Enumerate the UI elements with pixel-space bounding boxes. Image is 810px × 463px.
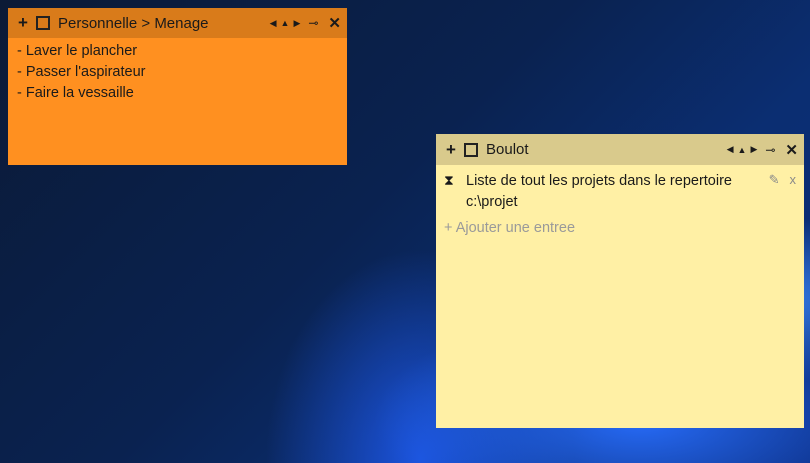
- entry-text[interactable]: Liste de tout les projets dans le repert…: [466, 171, 769, 213]
- nav-right-icon[interactable]: ▶: [293, 18, 300, 29]
- add-entry-link[interactable]: + Ajouter une entree: [444, 220, 796, 236]
- note-titlebar[interactable]: + Boulot ◀ ▲ ▶ ⊸ ✕: [436, 134, 804, 165]
- note-nav: ◀ ▲ ▶: [270, 18, 301, 29]
- sticky-note-personnelle[interactable]: + Personnelle > Menage ◀ ▲ ▶ ⊸ ✕ - Laver…: [8, 8, 347, 165]
- note-title: Boulot: [486, 141, 529, 158]
- note-checkbox[interactable]: [36, 16, 50, 30]
- entry-row[interactable]: ⧗ Liste de tout les projets dans le repe…: [444, 171, 796, 213]
- pin-icon[interactable]: ⊸: [308, 16, 318, 30]
- note-titlebar[interactable]: + Personnelle > Menage ◀ ▲ ▶ ⊸ ✕: [8, 8, 347, 38]
- desktop-wallpaper: + Personnelle > Menage ◀ ▲ ▶ ⊸ ✕ - Laver…: [0, 0, 810, 463]
- delete-icon[interactable]: x: [790, 172, 797, 188]
- close-icon[interactable]: ✕: [328, 14, 341, 32]
- list-item: - Faire la vessaille: [17, 85, 134, 101]
- close-icon[interactable]: ✕: [785, 141, 798, 159]
- hourglass-icon[interactable]: ⧗: [444, 172, 458, 189]
- nav-left-icon[interactable]: ◀: [727, 144, 734, 155]
- add-note-icon[interactable]: +: [444, 140, 458, 160]
- note-nav: ◀ ▲ ▶: [727, 144, 758, 155]
- nav-up-icon[interactable]: ▲: [738, 145, 747, 155]
- edit-icon[interactable]: ✎: [769, 172, 780, 188]
- list-item: - Laver le plancher: [17, 43, 138, 59]
- note-title: Personnelle > Menage: [58, 14, 209, 32]
- sticky-note-boulot[interactable]: + Boulot ◀ ▲ ▶ ⊸ ✕ ⧗ Liste de tout les p…: [436, 134, 804, 428]
- entry-actions: ✎ x: [769, 172, 796, 188]
- nav-left-icon[interactable]: ◀: [270, 18, 277, 29]
- add-note-icon[interactable]: +: [16, 13, 30, 33]
- note-checkbox[interactable]: [464, 142, 478, 157]
- note-body[interactable]: - Laver le plancher - Passer l'aspirateu…: [8, 38, 347, 107]
- nav-up-icon[interactable]: ▲: [281, 18, 290, 28]
- pin-icon[interactable]: ⊸: [765, 143, 775, 157]
- nav-right-icon[interactable]: ▶: [750, 144, 757, 155]
- list-item: - Passer l'aspirateur: [17, 64, 146, 80]
- note-body[interactable]: ⧗ Liste de tout les projets dans le repe…: [436, 165, 804, 242]
